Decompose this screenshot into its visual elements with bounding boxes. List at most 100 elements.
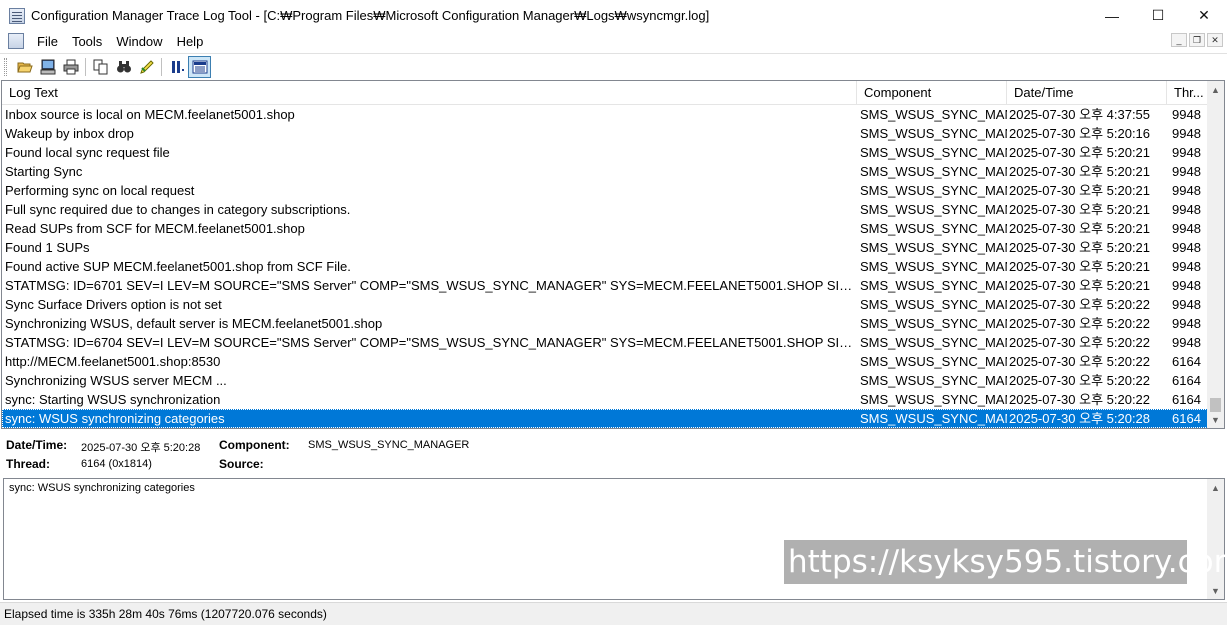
find-icon[interactable] bbox=[112, 56, 135, 78]
scroll-down-icon[interactable]: ▼ bbox=[1207, 582, 1224, 599]
component-cell: SMS_WSUS_SYNC_MANAGER bbox=[860, 278, 1007, 293]
log-text-cell: STATMSG: ID=6704 SEV=I LEV=M SOURCE="SMS… bbox=[5, 335, 857, 350]
column-header-log-text[interactable]: Log Text bbox=[2, 81, 857, 104]
component-cell: SMS_WSUS_SYNC_MANAGER bbox=[860, 145, 1007, 160]
component-cell: SMS_WSUS_SYNC_MANAGER bbox=[860, 221, 1007, 236]
log-row[interactable]: sync: Starting WSUS synchronization SMS_W… bbox=[2, 390, 1208, 409]
component-cell: SMS_WSUS_SYNC_MANAGER bbox=[860, 240, 1007, 255]
mdi-close-button[interactable]: ✕ bbox=[1207, 33, 1223, 47]
thread-cell: 9948 bbox=[1172, 126, 1201, 141]
column-header-datetime[interactable]: Date/Time bbox=[1007, 81, 1167, 104]
toolbar bbox=[0, 53, 1227, 79]
toolbar-separator bbox=[161, 57, 162, 76]
thread-cell: 9948 bbox=[1172, 316, 1201, 331]
log-row[interactable]: Found 1 SUPs SMS_WSUS_SYNC_MANAGER2025-07… bbox=[2, 238, 1208, 257]
datetime-cell: 2025-07-30 오후 5:20:21 bbox=[1009, 145, 1151, 160]
log-text-cell: Found 1 SUPs bbox=[5, 240, 90, 255]
thread-cell: 9948 bbox=[1172, 202, 1201, 217]
mdi-controls: _ ❐ ✕ bbox=[1171, 33, 1223, 47]
thread-cell: 9948 bbox=[1172, 278, 1201, 293]
log-text-cell: Found active SUP MECM.feelanet5001.shop … bbox=[5, 259, 351, 274]
log-text-cell: Performing sync on local request bbox=[5, 183, 195, 198]
log-row[interactable]: Full sync required due to changes in cat… bbox=[2, 200, 1208, 219]
log-row[interactable]: Synchronizing WSUS, default server is ME… bbox=[2, 314, 1208, 333]
column-header-thread[interactable]: Thr... bbox=[1167, 81, 1208, 104]
datetime-cell: 2025-07-30 오후 5:20:22 bbox=[1009, 316, 1151, 331]
mdi-minimize-button[interactable]: _ bbox=[1171, 33, 1187, 47]
detail-pane: Date/Time: 2025-07-30 오후 5:20:28 Compone… bbox=[1, 431, 1225, 477]
log-row[interactable]: Wakeup by inbox drop SMS_WSUS_SYNC_MANAGE… bbox=[2, 124, 1208, 143]
menu-bar: File Tools Window Help bbox=[0, 31, 1227, 51]
list-scrollbar[interactable]: ▲ ▼ bbox=[1207, 81, 1224, 428]
log-text-cell: STATMSG: ID=6701 SEV=I LEV=M SOURCE="SMS… bbox=[5, 278, 857, 293]
log-text-cell: Found local sync request file bbox=[5, 145, 170, 160]
log-row[interactable]: Found active SUP MECM.feelanet5001.shop … bbox=[2, 257, 1208, 276]
log-text-cell: Wakeup by inbox drop bbox=[5, 126, 134, 141]
window-controls: — ☐ ✕ bbox=[1089, 0, 1227, 31]
log-text-cell: Synchronizing WSUS, default server is ME… bbox=[5, 316, 383, 331]
scroll-down-icon[interactable]: ▼ bbox=[1207, 411, 1224, 428]
log-row[interactable]: Inbox source is local on MECM.feelanet50… bbox=[2, 105, 1208, 124]
thread-cell: 6164 bbox=[1172, 354, 1201, 369]
datetime-label: Date/Time: bbox=[6, 438, 68, 452]
menu-tools[interactable]: Tools bbox=[65, 34, 109, 49]
message-scrollbar[interactable]: ▲ ▼ bbox=[1207, 479, 1224, 599]
log-text-cell: Full sync required due to changes in cat… bbox=[5, 202, 351, 217]
component-label: Component: bbox=[219, 438, 290, 452]
print-icon[interactable] bbox=[59, 56, 82, 78]
datetime-cell: 2025-07-30 오후 5:20:22 bbox=[1009, 354, 1151, 369]
log-row[interactable]: Found local sync request file SMS_WSUS_SY… bbox=[2, 143, 1208, 162]
status-bar: Elapsed time is 335h 28m 40s 76ms (12077… bbox=[0, 602, 1227, 625]
component-cell: SMS_WSUS_SYNC_MANAGER bbox=[860, 335, 1007, 350]
maximize-button[interactable]: ☐ bbox=[1135, 0, 1181, 31]
log-list[interactable]: Log Text Component Date/Time Thr... Inbo… bbox=[1, 80, 1225, 429]
component-cell: SMS_WSUS_SYNC_MANAGER bbox=[860, 354, 1007, 369]
menu-file[interactable]: File bbox=[30, 34, 65, 49]
toolbar-separator bbox=[85, 57, 86, 76]
thread-value: 6164 (0x1814) bbox=[81, 458, 152, 470]
list-header: Log Text Component Date/Time Thr... bbox=[2, 81, 1208, 105]
log-row[interactable]: Sync Surface Drivers option is not set SM… bbox=[2, 295, 1208, 314]
mdi-restore-button[interactable]: ❐ bbox=[1189, 33, 1205, 47]
datetime-cell: 2025-07-30 오후 5:20:22 bbox=[1009, 392, 1151, 407]
title-bar: Configuration Manager Trace Log Tool - [… bbox=[0, 0, 1227, 31]
log-row[interactable]: sync: WSUS synchronizing categories SMS_W… bbox=[2, 409, 1208, 428]
pause-icon[interactable] bbox=[165, 56, 188, 78]
log-text-cell: sync: WSUS synchronizing categories bbox=[5, 411, 225, 426]
thread-cell: 6164 bbox=[1172, 373, 1201, 388]
log-row[interactable]: STATMSG: ID=6704 SEV=I LEV=M SOURCE="SMS… bbox=[2, 333, 1208, 352]
log-row[interactable]: Synchronizing WSUS server MECM ... SMS_WS… bbox=[2, 371, 1208, 390]
minimize-button[interactable]: — bbox=[1089, 0, 1135, 31]
component-cell: SMS_WSUS_SYNC_MANAGER bbox=[860, 202, 1007, 217]
log-row[interactable]: STATMSG: ID=6701 SEV=I LEV=M SOURCE="SMS… bbox=[2, 276, 1208, 295]
log-text-cell: Starting Sync bbox=[5, 164, 83, 179]
log-text-cell: http://MECM.feelanet5001.shop:8530 bbox=[5, 354, 221, 369]
scroll-up-icon[interactable]: ▲ bbox=[1207, 81, 1224, 98]
thread-cell: 9948 bbox=[1172, 240, 1201, 255]
scroll-thumb[interactable] bbox=[1210, 398, 1221, 412]
log-row[interactable]: http://MECM.feelanet5001.shop:8530 SMS_WS… bbox=[2, 352, 1208, 371]
datetime-cell: 2025-07-30 오후 5:20:21 bbox=[1009, 164, 1151, 179]
datetime-cell: 2025-07-30 오후 5:20:22 bbox=[1009, 335, 1151, 350]
computer-icon[interactable] bbox=[36, 56, 59, 78]
view-icon[interactable] bbox=[188, 55, 211, 78]
thread-cell: 9948 bbox=[1172, 221, 1201, 236]
toolbar-grip[interactable] bbox=[4, 57, 7, 76]
close-button[interactable]: ✕ bbox=[1181, 0, 1227, 31]
log-row[interactable]: Performing sync on local request SMS_WSUS… bbox=[2, 181, 1208, 200]
document-icon[interactable] bbox=[8, 33, 24, 49]
scroll-up-icon[interactable]: ▲ bbox=[1207, 479, 1224, 496]
copy-icon[interactable] bbox=[89, 56, 112, 78]
component-cell: SMS_WSUS_SYNC_MANAGER bbox=[860, 259, 1007, 274]
log-row[interactable]: Starting Sync SMS_WSUS_SYNC_MANAGER2025-0… bbox=[2, 162, 1208, 181]
log-row[interactable]: Read SUPs from SCF for MECM.feelanet5001… bbox=[2, 219, 1208, 238]
datetime-cell: 2025-07-30 오후 5:20:22 bbox=[1009, 373, 1151, 388]
thread-cell: 9948 bbox=[1172, 297, 1201, 312]
open-folder-icon[interactable] bbox=[13, 56, 36, 78]
column-header-component[interactable]: Component bbox=[857, 81, 1007, 104]
highlight-icon[interactable] bbox=[135, 56, 158, 78]
window-title: Configuration Manager Trace Log Tool - [… bbox=[31, 8, 710, 23]
menu-help[interactable]: Help bbox=[170, 34, 211, 49]
component-cell: SMS_WSUS_SYNC_MANAGER bbox=[860, 316, 1007, 331]
menu-window[interactable]: Window bbox=[109, 34, 169, 49]
